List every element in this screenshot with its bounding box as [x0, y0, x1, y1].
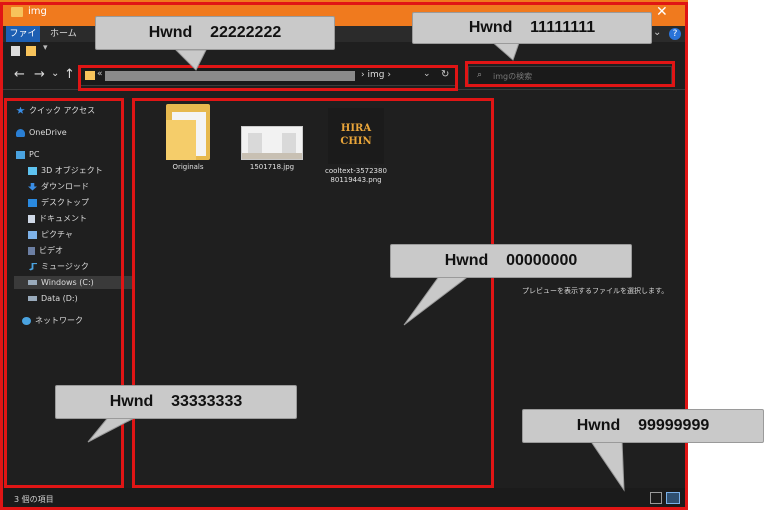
video-icon [28, 246, 35, 255]
file-list[interactable]: Originals 1501718.jpg HIRA CHIN cooltext… [140, 100, 494, 490]
callout-search-hwnd: Hwnd 11111111 [412, 12, 652, 44]
sidebar-item-label: PC [29, 150, 40, 159]
cloud-icon [16, 128, 25, 137]
status-bar: 3 個の項目 [0, 488, 688, 510]
sidebar-item-label: Windows (C:) [41, 278, 94, 287]
cube-icon [28, 166, 37, 175]
file-name: cooltext-3572380 80119443.png [316, 167, 396, 185]
ribbon-expand-icon[interactable]: ⌄ [653, 27, 661, 38]
folder-icon [85, 71, 95, 80]
image-thumbnail [241, 126, 303, 160]
details-view-icon[interactable] [650, 492, 662, 504]
customize-toolbar-icon[interactable]: ▾ [43, 43, 48, 53]
close-button[interactable]: ✕ [656, 4, 668, 20]
large-icons-view-icon[interactable] [666, 492, 680, 504]
star-icon [16, 106, 25, 114]
sidebar-item-label: ダウンロード [41, 182, 89, 191]
sidebar-item-label: Data (D:) [41, 294, 78, 303]
address-bar[interactable]: « › img › ⌄ ↻ [80, 66, 456, 86]
refresh-icon[interactable]: ↻ [441, 69, 449, 80]
search-box[interactable]: ⌕ imgの検索 [468, 66, 672, 86]
sidebar-item-documents[interactable]: ドキュメント [28, 212, 87, 225]
file-item-image[interactable]: HIRA CHIN cooltext-3572380 80119443.png [316, 104, 396, 185]
logo-line: HIRA [340, 123, 372, 134]
callout-address-hwnd: Hwnd 22222222 [95, 16, 335, 50]
sidebar-item-videos[interactable]: ビデオ [28, 244, 63, 257]
logo-thumbnail: HIRA CHIN [328, 108, 384, 164]
logo-line: CHIN [340, 136, 372, 147]
sidebar-item-label: クイック アクセス [29, 106, 96, 115]
address-path-redacted [105, 71, 355, 81]
pictures-icon [28, 230, 37, 239]
sidebar-item-label: OneDrive [29, 128, 67, 137]
sidebar-item-label: デスクトップ [41, 198, 89, 207]
help-icon[interactable]: ? [669, 28, 681, 40]
folder-icon [11, 7, 23, 17]
desktop-icon [28, 198, 37, 207]
callout-sidebar-hwnd: Hwnd 33333333 [55, 385, 297, 419]
file-name-line: cooltext-3572380 [325, 167, 387, 175]
recent-locations-button[interactable]: ⌄ [51, 68, 59, 79]
item-count: 3 個の項目 [14, 495, 54, 504]
tab-file[interactable]: ファイル [6, 26, 40, 55]
search-icon: ⌕ [477, 70, 483, 80]
sidebar-item-label: ピクチャ [41, 230, 73, 239]
breadcrumb-separator: › [387, 70, 391, 80]
overflow-icon[interactable]: « [97, 69, 103, 79]
sidebar-item-pictures[interactable]: ピクチャ [28, 228, 73, 241]
download-icon [28, 182, 37, 191]
tab-home[interactable]: ホーム [50, 26, 77, 42]
address-dropdown-icon[interactable]: ⌄ [423, 69, 431, 79]
window-title: img [28, 6, 47, 17]
sidebar-item-3d-objects[interactable]: 3D オブジェクト [28, 164, 103, 177]
drive-icon [28, 280, 37, 285]
file-name: Originals [172, 163, 204, 171]
file-item-folder[interactable]: Originals [148, 104, 228, 172]
sidebar-item-quick-access[interactable]: クイック アクセス [16, 104, 95, 117]
pc-icon [16, 150, 25, 159]
sidebar-item-data-d[interactable]: Data (D:) [28, 292, 78, 305]
up-button[interactable]: ↑ [64, 67, 75, 82]
search-placeholder: imgの検索 [493, 72, 533, 81]
sidebar-item-label: 3D オブジェクト [41, 166, 103, 175]
sidebar-item-windows-c[interactable]: Windows (C:) [14, 276, 134, 289]
sidebar-item-downloads[interactable]: ダウンロード [28, 180, 89, 193]
forward-button[interactable]: → [34, 67, 45, 82]
file-item-image[interactable]: 1501718.jpg [232, 104, 312, 172]
sidebar-item-onedrive[interactable]: OneDrive [16, 126, 67, 139]
breadcrumb[interactable]: › img › [361, 70, 391, 80]
navigation-pane: クイック アクセス OneDrive PC 3D オブジェクト ダウンロード デ… [6, 100, 140, 490]
callout-content-hwnd: Hwnd 00000000 [390, 244, 632, 278]
callout-statusbar-hwnd: Hwnd 99999999 [522, 409, 764, 443]
folder-icon [166, 104, 210, 160]
document-icon [28, 214, 35, 223]
sidebar-item-label: ビデオ [39, 246, 63, 255]
sidebar-item-pc[interactable]: PC [16, 148, 39, 161]
breadcrumb-separator: › [361, 70, 365, 80]
new-folder-icon[interactable] [26, 46, 36, 56]
breadcrumb-current[interactable]: img [367, 70, 384, 80]
sidebar-item-desktop[interactable]: デスクトップ [28, 196, 89, 209]
navigation-bar: ← → ⌄ ↑ « › img › ⌄ ↻ ⌕ imgの検索 [0, 60, 688, 90]
back-button[interactable]: ← [14, 67, 25, 82]
drive-icon [28, 296, 37, 301]
music-icon [28, 262, 37, 271]
sidebar-item-network[interactable]: ネットワーク [22, 314, 83, 327]
sidebar-item-music[interactable]: ミュージック [28, 260, 89, 273]
file-name-line: 80119443.png [330, 176, 382, 184]
properties-icon[interactable] [11, 46, 20, 56]
sidebar-item-label: ミュージック [41, 262, 89, 271]
network-icon [22, 316, 31, 325]
sidebar-item-label: ドキュメント [39, 214, 87, 223]
file-name: 1501718.jpg [249, 163, 295, 171]
sidebar-item-label: ネットワーク [35, 316, 83, 325]
preview-pane-message: プレビューを表示するファイルを選択します。 [522, 287, 669, 295]
